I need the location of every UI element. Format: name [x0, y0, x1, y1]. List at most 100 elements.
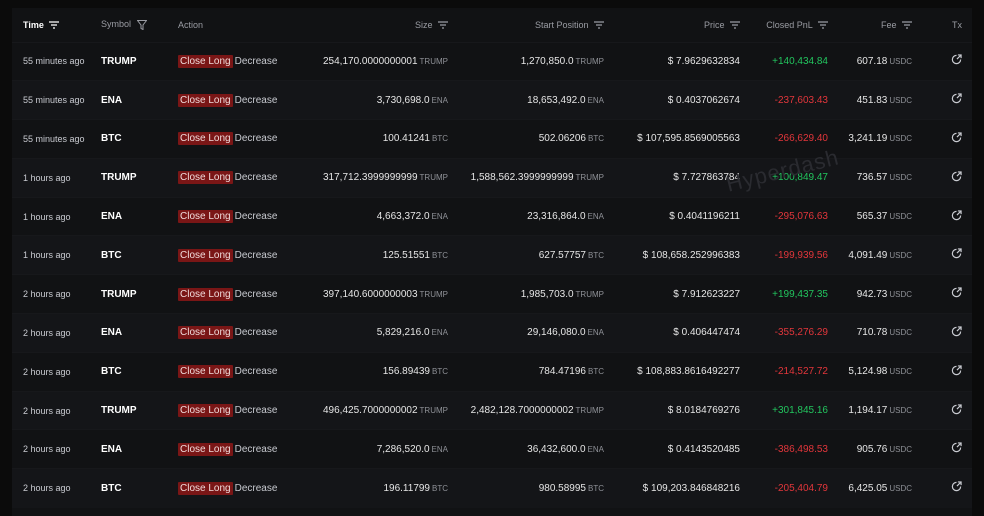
- tx-cell[interactable]: [912, 314, 972, 353]
- tx-cell[interactable]: [912, 81, 972, 120]
- external-link-icon[interactable]: [951, 403, 962, 418]
- sort-icon[interactable]: [730, 21, 740, 29]
- external-link-icon[interactable]: [951, 171, 962, 185]
- tx-cell[interactable]: [912, 469, 972, 508]
- table-row[interactable]: 2 hours ago TRUMP Close Long Decrease 397…: [12, 274, 972, 314]
- symbol-cell[interactable]: ENA: [101, 314, 178, 353]
- symbol-cell[interactable]: BTC: [101, 236, 178, 275]
- table-row[interactable]: 1 hours ago ENA Close Long Decrease 4,663…: [12, 197, 972, 236]
- price-value: $ 108,883.8616492277: [637, 366, 740, 378]
- external-link-icon[interactable]: [951, 442, 962, 456]
- symbol-value[interactable]: BTC: [101, 366, 122, 377]
- symbol-cell[interactable]: ENA: [101, 197, 178, 236]
- symbol-value[interactable]: ENA: [101, 444, 122, 455]
- column-header-price[interactable]: Price: [604, 8, 740, 42]
- external-link-icon[interactable]: [951, 287, 962, 301]
- symbol-value[interactable]: TRUMP: [101, 289, 137, 300]
- external-link-icon[interactable]: [951, 209, 962, 224]
- tx-cell[interactable]: [912, 120, 972, 159]
- tx-cell[interactable]: [912, 42, 972, 81]
- sort-icon[interactable]: [49, 21, 60, 29]
- time-value: 2 hours ago: [23, 405, 71, 416]
- size-cell: 156.89439 BTC: [310, 352, 448, 391]
- column-header-label: Size: [414, 19, 433, 30]
- symbol-value[interactable]: BTC: [101, 133, 122, 144]
- size-value: 4,663,372.0: [376, 211, 430, 223]
- sort-icon[interactable]: [438, 21, 448, 29]
- table-row[interactable]: 55 minutes ago TRUMP Close Long Decrease …: [12, 42, 972, 81]
- tx-cell[interactable]: [912, 197, 972, 236]
- symbol-value[interactable]: TRUMP: [101, 405, 137, 416]
- time-value: 55 minutes ago: [23, 133, 85, 144]
- symbol-value[interactable]: TRUMP: [101, 56, 137, 67]
- size-unit: TRUMP: [419, 56, 448, 66]
- table-row[interactable]: 1 hours ago BTC Close Long Decrease 125.5…: [12, 235, 972, 275]
- symbol-cell[interactable]: ENA: [101, 430, 178, 469]
- fee-value: 1,194.17: [848, 405, 888, 417]
- filter-icon[interactable]: [136, 20, 147, 31]
- start-position-value: 784.47196: [538, 366, 586, 378]
- action-cell: Close Long Decrease: [178, 158, 310, 197]
- tx-cell[interactable]: [912, 158, 972, 197]
- symbol-value[interactable]: BTC: [101, 483, 122, 494]
- external-link-icon[interactable]: [951, 93, 962, 107]
- time-cell: 2 hours ago: [12, 352, 101, 391]
- symbol-value[interactable]: ENA: [101, 95, 122, 106]
- external-link-icon[interactable]: [951, 248, 962, 262]
- external-link-icon[interactable]: [951, 365, 962, 379]
- table-row[interactable]: 2 hours ago ENA Close Long Decrease 7,286…: [12, 429, 972, 469]
- table-row[interactable]: 2 hours ago TRUMP Close Long Decrease 496…: [12, 391, 972, 430]
- symbol-cell[interactable]: BTC: [101, 352, 178, 391]
- symbol-value[interactable]: BTC: [101, 250, 122, 261]
- symbol-cell[interactable]: BTC: [101, 120, 178, 159]
- column-header-label: Time: [23, 19, 44, 30]
- size-value: 5,829,216.0: [376, 327, 430, 339]
- sort-icon[interactable]: [818, 21, 828, 29]
- external-link-icon[interactable]: [951, 481, 962, 495]
- size-value: 100.41241: [382, 133, 430, 145]
- column-header-start-position[interactable]: Start Position: [448, 8, 604, 42]
- symbol-value[interactable]: TRUMP: [101, 172, 137, 183]
- symbol-cell[interactable]: TRUMP: [101, 158, 178, 197]
- tx-cell[interactable]: [912, 236, 972, 275]
- external-link-icon[interactable]: [951, 132, 962, 146]
- sort-icon[interactable]: [902, 21, 912, 29]
- tx-cell[interactable]: [912, 391, 972, 430]
- external-link-icon[interactable]: [951, 326, 962, 340]
- fee-cell: 3,241.19 USDC: [828, 120, 912, 159]
- start-position-value: 980.58995: [538, 482, 586, 494]
- symbol-cell[interactable]: ENA: [101, 81, 178, 120]
- symbol-value[interactable]: ENA: [101, 327, 122, 338]
- price-cell: $ 107,595.8569005563: [604, 120, 740, 159]
- tx-cell[interactable]: [912, 352, 972, 391]
- column-header-fee[interactable]: Fee: [828, 8, 912, 42]
- table-row[interactable]: 2 hours ago ENA Close Long Decrease 5,829…: [12, 313, 972, 353]
- symbol-cell[interactable]: TRUMP: [101, 42, 178, 81]
- column-header-label: Symbol: [101, 19, 132, 30]
- table-row[interactable]: 1 hours ago TRUMP Close Long Decrease 317…: [12, 158, 972, 198]
- tx-cell[interactable]: [912, 275, 972, 314]
- table-row[interactable]: 2 hours ago BTC Close Long Decrease 156.8…: [12, 352, 972, 391]
- symbol-value[interactable]: ENA: [101, 211, 122, 222]
- table-row[interactable]: 55 minutes ago BTC Close Long Decrease 10…: [12, 119, 972, 159]
- column-header-size[interactable]: Size: [310, 8, 448, 42]
- column-header-closed-pnl[interactable]: Closed PnL: [740, 8, 828, 42]
- fee-cell: 942.73 USDC: [828, 275, 912, 314]
- time-cell: 1 hours ago: [12, 236, 101, 275]
- price-value: $ 0.4037062674: [667, 94, 740, 106]
- symbol-cell[interactable]: BTC: [101, 469, 178, 508]
- table-row[interactable]: 55 minutes ago ENA Close Long Decrease 3,…: [12, 80, 972, 120]
- column-header-time[interactable]: Time: [12, 8, 101, 42]
- tx-cell[interactable]: [912, 430, 972, 469]
- sort-icon[interactable]: [594, 21, 604, 29]
- symbol-cell[interactable]: TRUMP: [101, 391, 178, 430]
- price-value: $ 7.9629632834: [667, 55, 740, 67]
- symbol-cell[interactable]: TRUMP: [101, 275, 178, 314]
- fee-cell: 565.37 USDC: [828, 197, 912, 236]
- direction-label: Decrease: [234, 327, 278, 339]
- external-link-icon[interactable]: [951, 54, 962, 68]
- table-row[interactable]: 2 hours ago BTC Close Long Decrease 196.1…: [12, 468, 972, 508]
- column-header-symbol[interactable]: Symbol: [101, 8, 178, 42]
- fee-cell: 5,124.98 USDC: [828, 352, 912, 391]
- column-header-label: Fee: [880, 19, 897, 30]
